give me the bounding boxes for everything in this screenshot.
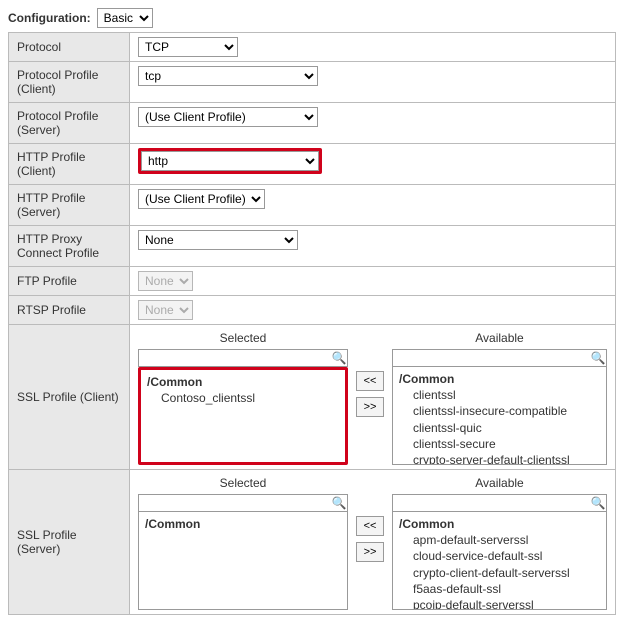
- search-icon: 🔍: [331, 496, 347, 510]
- ssl-client-move-left-button[interactable]: <<: [356, 371, 384, 391]
- row-label-protocol: Protocol: [9, 33, 130, 62]
- http-profile-client-select[interactable]: http: [141, 151, 319, 171]
- config-header: Configuration: Basic: [8, 8, 616, 28]
- ssl-client-selected-search[interactable]: 🔍: [138, 349, 348, 367]
- config-table: Protocol TCP Protocol Profile (Client) t…: [8, 32, 616, 615]
- row-label-proto-client: Protocol Profile (Client): [9, 62, 130, 103]
- ssl-client-move-right-button[interactable]: >>: [356, 397, 384, 417]
- list-item[interactable]: clientssl-insecure-compatible: [413, 403, 600, 419]
- ssl-server-move-left-button[interactable]: <<: [356, 516, 384, 536]
- search-icon: 🔍: [590, 496, 606, 510]
- list-group: /Common: [145, 516, 341, 532]
- row-label-http-proxy: HTTP Proxy Connect Profile: [9, 226, 130, 267]
- list-item[interactable]: crypto-server-default-clientssl: [413, 452, 600, 465]
- row-label-proto-server: Protocol Profile (Server): [9, 103, 130, 144]
- row-label-ftp: FTP Profile: [9, 267, 130, 296]
- list-item[interactable]: Contoso_clientssl: [161, 390, 339, 406]
- http-profile-server-select[interactable]: (Use Client Profile): [138, 189, 265, 209]
- ssl-client-selected-hdr: Selected: [138, 329, 348, 349]
- ssl-client-available-hdr: Available: [392, 329, 607, 349]
- search-icon: 🔍: [590, 351, 606, 365]
- row-label-http-client: HTTP Profile (Client): [9, 144, 130, 185]
- list-group: /Common: [399, 371, 600, 387]
- http-proxy-connect-select[interactable]: None: [138, 230, 298, 250]
- protocol-select[interactable]: TCP: [138, 37, 238, 57]
- row-label-ssl-server: SSL Profile (Server): [9, 470, 130, 615]
- row-label-rtsp: RTSP Profile: [9, 296, 130, 325]
- ssl-client-selected-search-input[interactable]: [139, 350, 331, 366]
- list-group: /Common: [399, 516, 600, 532]
- ssl-server-selected-search-input[interactable]: [139, 495, 331, 511]
- list-item[interactable]: clientssl: [413, 387, 600, 403]
- search-icon: 🔍: [331, 351, 347, 365]
- proto-profile-client-select[interactable]: tcp: [138, 66, 318, 86]
- ssl-server-selected-list[interactable]: /Common: [138, 512, 348, 610]
- list-item[interactable]: cloud-service-default-ssl: [413, 548, 600, 564]
- ssl-server-available-search-input[interactable]: [393, 495, 590, 511]
- list-group: /Common: [147, 374, 339, 390]
- ftp-profile-select: None: [138, 271, 193, 291]
- proto-profile-server-select[interactable]: (Use Client Profile): [138, 107, 318, 127]
- ssl-server-selected-hdr: Selected: [138, 474, 348, 494]
- list-item[interactable]: pcoip-default-serverssl: [413, 597, 600, 610]
- ssl-client-selected-list[interactable]: /Common Contoso_clientssl: [138, 367, 348, 465]
- ssl-server-selected-search[interactable]: 🔍: [138, 494, 348, 512]
- ssl-server-available-list[interactable]: /Common apm-default-serverssl cloud-serv…: [392, 512, 607, 610]
- list-item[interactable]: apm-default-serverssl: [413, 532, 600, 548]
- ssl-client-available-list[interactable]: /Common clientssl clientssl-insecure-com…: [392, 367, 607, 465]
- row-label-http-server: HTTP Profile (Server): [9, 185, 130, 226]
- ssl-server-move-right-button[interactable]: >>: [356, 542, 384, 562]
- config-level-select[interactable]: Basic: [97, 8, 153, 28]
- ssl-server-available-search[interactable]: 🔍: [392, 494, 607, 512]
- list-item[interactable]: crypto-client-default-serverssl: [413, 565, 600, 581]
- row-label-ssl-client: SSL Profile (Client): [9, 325, 130, 470]
- config-label: Configuration:: [8, 11, 91, 25]
- list-item[interactable]: clientssl-secure: [413, 436, 600, 452]
- ssl-server-available-hdr: Available: [392, 474, 607, 494]
- list-item[interactable]: clientssl-quic: [413, 420, 600, 436]
- ssl-client-available-search[interactable]: 🔍: [392, 349, 607, 367]
- rtsp-profile-select: None: [138, 300, 193, 320]
- ssl-client-available-search-input[interactable]: [393, 350, 590, 366]
- list-item[interactable]: f5aas-default-ssl: [413, 581, 600, 597]
